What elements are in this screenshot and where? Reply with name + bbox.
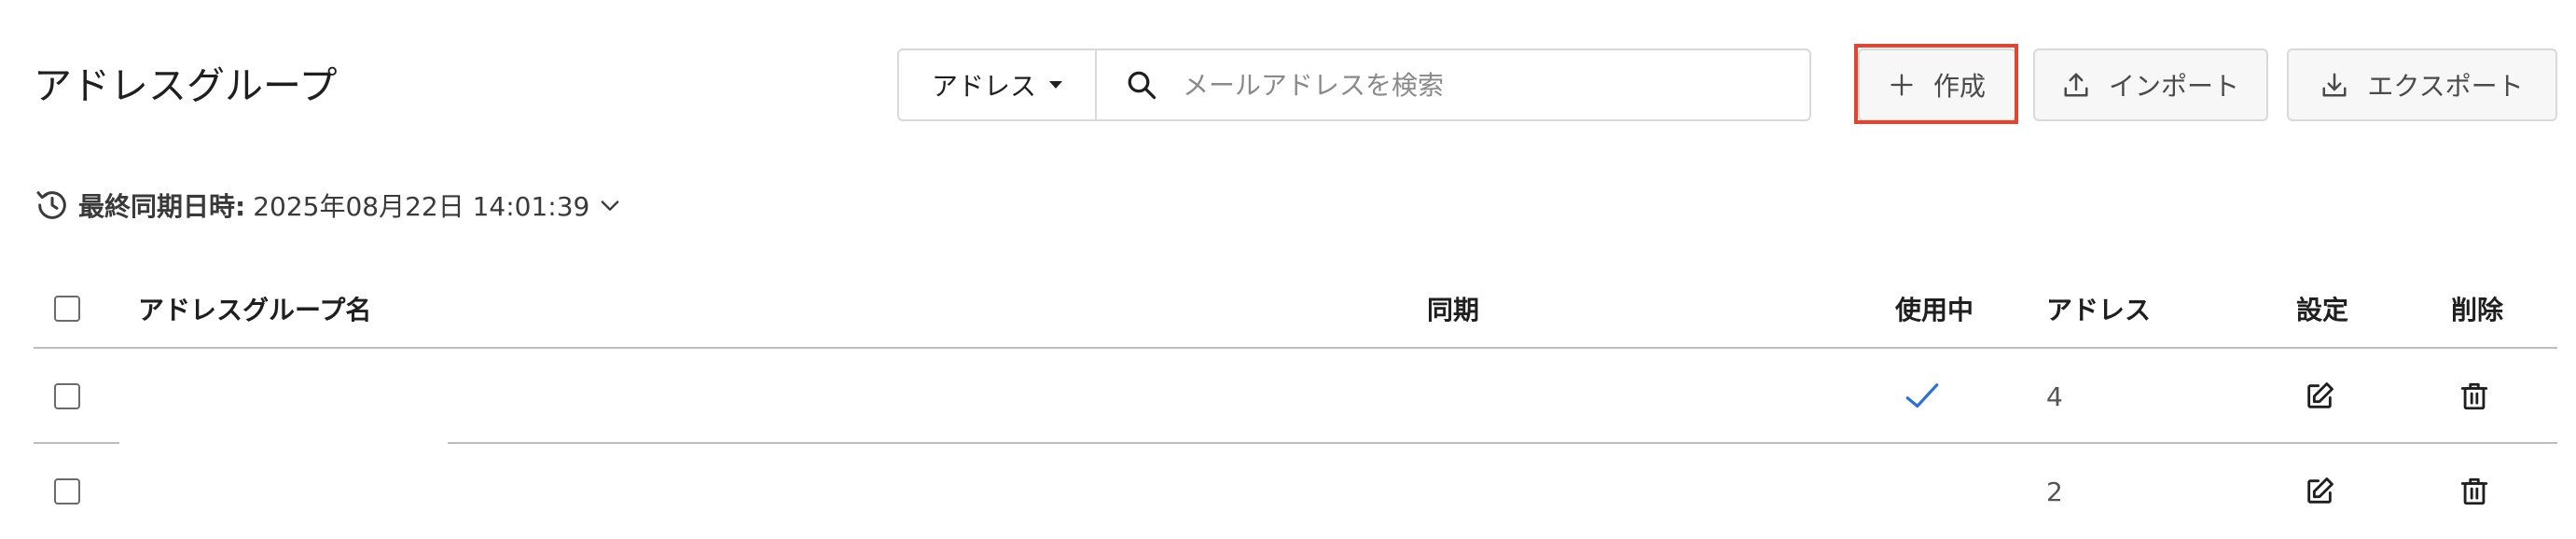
column-header-sync[interactable]: 同期 bbox=[1427, 270, 1479, 347]
sync-value: 2025年08月22日 14:01:39 bbox=[253, 191, 590, 222]
edit-button[interactable] bbox=[2304, 349, 2335, 444]
import-button-label: インポート bbox=[2108, 71, 2239, 102]
export-button-label: エクスポート bbox=[2367, 71, 2524, 102]
caret-down-icon bbox=[1049, 81, 1062, 89]
import-button[interactable]: インポート bbox=[2033, 48, 2268, 121]
select-all-cell bbox=[54, 270, 80, 347]
delete-button[interactable] bbox=[2458, 444, 2490, 539]
plus-icon bbox=[1889, 72, 1915, 98]
table-row: 4 bbox=[34, 349, 2557, 444]
edit-icon bbox=[2304, 476, 2335, 507]
table-row: 2 bbox=[34, 444, 2557, 539]
export-button[interactable]: エクスポート bbox=[2287, 48, 2557, 121]
select-all-checkbox[interactable] bbox=[54, 296, 80, 322]
row-address-count: 2 bbox=[2046, 476, 2063, 507]
search-input[interactable] bbox=[1181, 68, 1809, 102]
trash-icon bbox=[2458, 380, 2490, 412]
edit-button[interactable] bbox=[2304, 444, 2335, 539]
row-checkbox[interactable] bbox=[54, 478, 80, 504]
row-address-count: 4 bbox=[2046, 380, 2063, 412]
table-header-row: アドレスグループ名 同期 使用中 アドレス 設定 削除 bbox=[34, 270, 2557, 349]
column-header-address[interactable]: アドレス bbox=[2046, 270, 2151, 347]
column-header-name[interactable]: アドレスグループ名 bbox=[138, 270, 371, 347]
delete-button[interactable] bbox=[2458, 349, 2490, 444]
download-icon bbox=[2320, 71, 2348, 99]
search-group: アドレス bbox=[897, 48, 1811, 121]
sync-info[interactable]: 最終同期日時: 2025年08月22日 14:01:39 bbox=[34, 187, 623, 224]
search-field bbox=[1097, 50, 1809, 119]
create-button-label: 作成 bbox=[1932, 71, 1986, 102]
page-title: アドレスグループ bbox=[34, 63, 338, 108]
column-header-in-use[interactable]: 使用中 bbox=[1895, 270, 1974, 347]
chevron-down-icon[interactable] bbox=[597, 192, 623, 218]
upload-icon bbox=[2062, 71, 2090, 99]
row-select-cell bbox=[54, 444, 80, 539]
column-header-settings: 設定 bbox=[2296, 295, 2349, 325]
row-select-cell bbox=[54, 349, 80, 444]
address-group-table: アドレスグループ名 同期 使用中 アドレス 設定 削除 4 2 bbox=[34, 270, 2557, 539]
search-icon bbox=[1125, 68, 1158, 102]
edit-icon bbox=[2304, 380, 2335, 412]
column-header-delete: 削除 bbox=[2451, 295, 2504, 325]
check-icon bbox=[1903, 377, 1942, 416]
history-icon bbox=[34, 187, 71, 224]
trash-icon bbox=[2458, 476, 2490, 507]
create-button[interactable]: 作成 bbox=[1858, 48, 2016, 121]
row-in-use bbox=[1903, 349, 1942, 444]
search-scope-dropdown[interactable]: アドレス bbox=[899, 50, 1097, 119]
search-scope-label: アドレス bbox=[931, 71, 1036, 102]
row-checkbox[interactable] bbox=[54, 383, 80, 409]
sync-label: 最終同期日時: bbox=[78, 191, 246, 222]
